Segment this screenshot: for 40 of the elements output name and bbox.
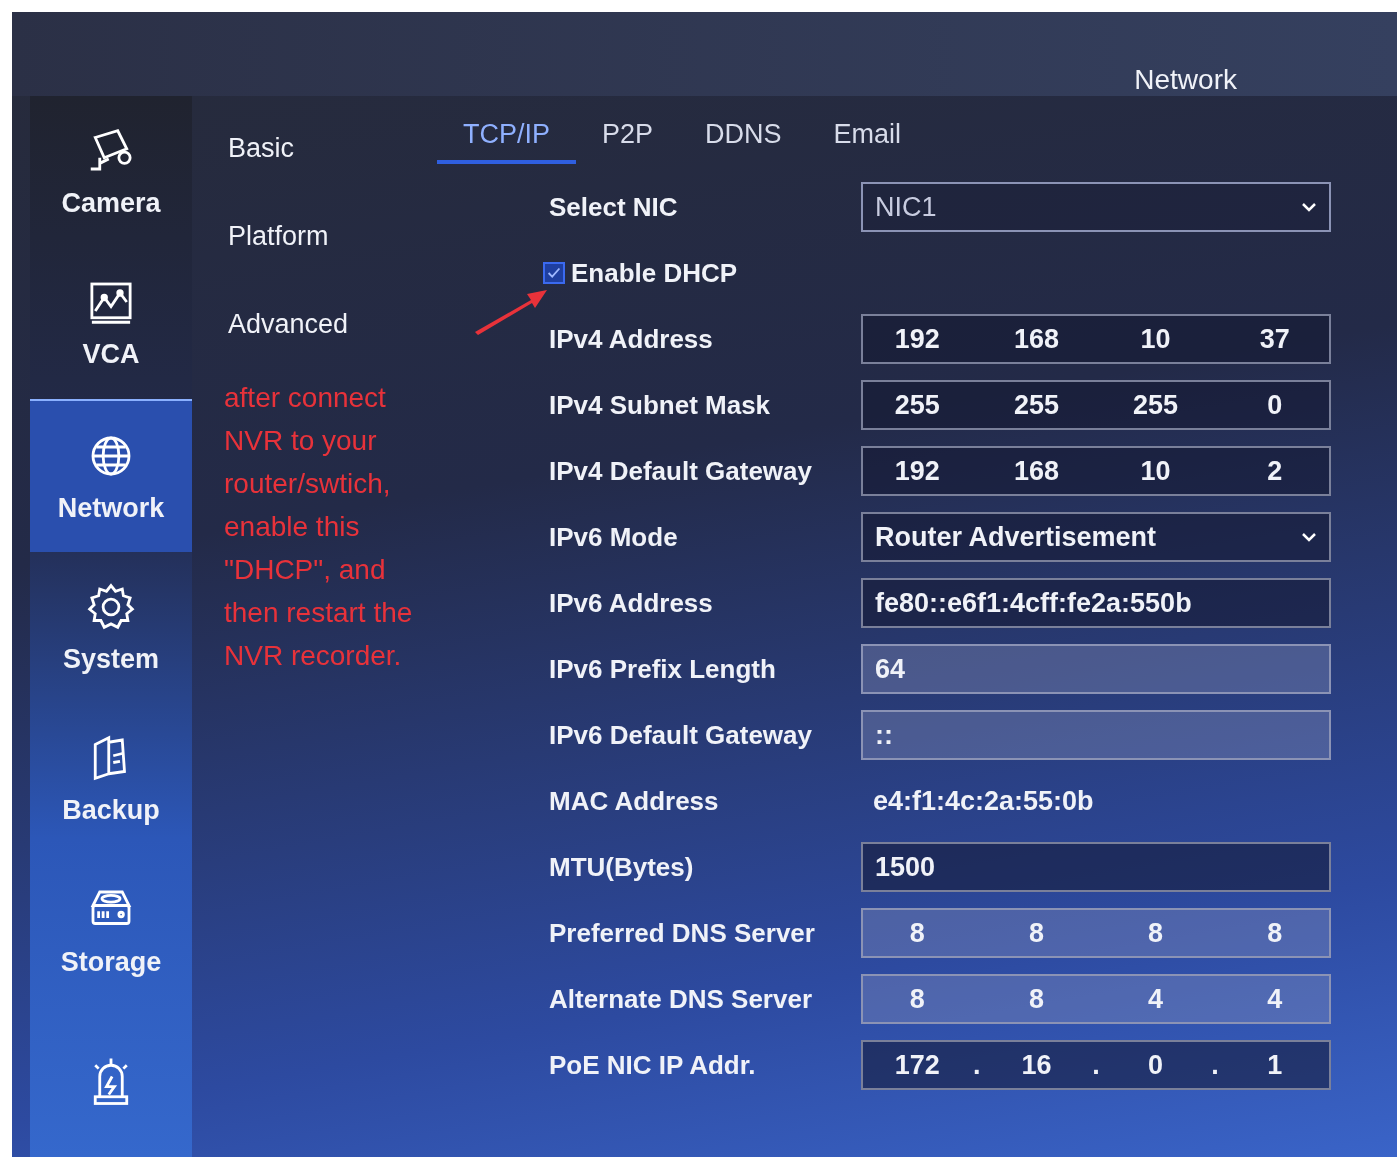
field-label: IPv4 Default Gateway xyxy=(549,454,813,488)
tab[interactable]: DDNS xyxy=(679,119,808,164)
annotation-text: after connect NVR to your router/swtich, enable this "DHCP", and then restart the NVR recorder. xyxy=(223,381,414,673)
field-label: IPv4 Subnet Mask xyxy=(549,388,772,422)
field-label: IPv6 Prefix Length xyxy=(549,652,777,686)
checkbox-label: Enable DHCP xyxy=(571,256,738,290)
ip-address-field[interactable]: 172 . 16 . 0 . 1 xyxy=(861,1040,1331,1090)
field-label: IPv6 Mode xyxy=(549,520,679,554)
ip-address-field[interactable]: 192 168 10 37 xyxy=(861,314,1331,364)
input-field[interactable]: fe80::e6f1:4cff:fe2a:550b xyxy=(861,578,1331,628)
field-label: MTU(Bytes) xyxy=(549,850,695,884)
field-label: Alternate DNS Server xyxy=(549,982,813,1016)
checkbox[interactable] xyxy=(543,262,565,284)
field-label: Select NIC xyxy=(549,190,679,224)
window-title: Network xyxy=(1134,64,1237,96)
sidebar-item[interactable]: VCA xyxy=(30,247,192,399)
ip-address-field[interactable]: 192 168 10 2 xyxy=(861,446,1331,496)
input-field[interactable]: 1500 xyxy=(861,842,1331,892)
sidebar-item[interactable]: System xyxy=(30,551,192,704)
field-label: Preferred DNS Server xyxy=(549,916,816,950)
chevron-down-icon xyxy=(1301,202,1317,212)
submenu-item[interactable]: Basic xyxy=(192,104,437,192)
field-label: MAC Address xyxy=(549,784,720,818)
ip-address-field[interactable]: 255 255 255 0 xyxy=(861,380,1331,430)
submenu-item[interactable]: Advanced xyxy=(192,280,437,368)
field-label: PoE NIC IP Addr. xyxy=(549,1048,757,1082)
field-value: e4:f1:4c:2a:55:0b xyxy=(872,784,1095,818)
submenu-item[interactable]: Platform xyxy=(192,192,437,280)
tab[interactable]: TCP/IP xyxy=(437,119,576,164)
tab[interactable]: P2P xyxy=(576,119,680,164)
sidebar-item[interactable]: Storage xyxy=(30,854,192,1006)
field-label: IPv4 Address xyxy=(549,322,714,356)
sidebar-item[interactable]: Network xyxy=(30,398,192,552)
dropdown[interactable]: Router Advertisement xyxy=(861,512,1331,562)
field-label: IPv6 Default Gateway xyxy=(549,718,813,752)
field-label: IPv6 Address xyxy=(549,586,714,620)
sidebar-item[interactable]: Backup xyxy=(30,703,192,855)
sidebar-item[interactable]: Camera xyxy=(30,96,192,248)
tab[interactable]: Email xyxy=(807,119,928,164)
chevron-down-icon xyxy=(1301,532,1317,542)
